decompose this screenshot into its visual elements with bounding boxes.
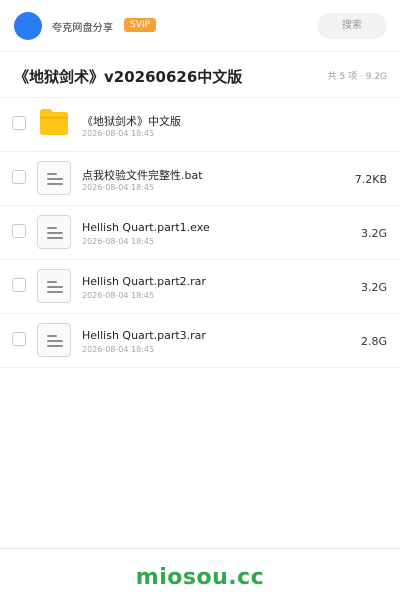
file-row[interactable]: 点我校验文件完整性.bat 2026-08-04 18:45 7.2KB bbox=[0, 152, 400, 206]
footer: miosou.cc bbox=[0, 548, 400, 600]
file-size: 3.2G bbox=[360, 227, 387, 240]
row-checkbox[interactable] bbox=[12, 170, 26, 184]
file-list: 《地狱剑术》中文版 2026-08-04 18:45 点我校验文件完整性.bat… bbox=[0, 98, 400, 368]
svip-badge: SVIP bbox=[124, 18, 156, 32]
file-size: 3.2G bbox=[360, 281, 387, 294]
folder-icon-graphic bbox=[40, 109, 68, 135]
file-name: Hellish Quart.part3.rar bbox=[82, 329, 206, 342]
file-name: Hellish Quart.part1.exe bbox=[82, 221, 210, 234]
file-date: 2026-08-04 18:45 bbox=[82, 237, 155, 246]
row-checkbox[interactable] bbox=[12, 116, 26, 130]
folder-icon bbox=[37, 107, 71, 141]
row-checkbox[interactable] bbox=[12, 332, 26, 346]
document-icon bbox=[37, 323, 71, 357]
row-checkbox[interactable] bbox=[12, 278, 26, 292]
file-date: 2026-08-04 18:45 bbox=[82, 183, 155, 192]
document-icon bbox=[37, 215, 71, 249]
file-size: 7.2KB bbox=[354, 173, 387, 186]
file-row[interactable]: Hellish Quart.part3.rar 2026-08-04 18:45… bbox=[0, 314, 400, 368]
row-checkbox[interactable] bbox=[12, 224, 26, 238]
search-button[interactable]: 搜索 bbox=[317, 13, 387, 39]
share-page: 夸克网盘分享 SVIP 搜索 《地狱剑术》v20260626中文版 共 5 项 … bbox=[0, 0, 400, 600]
file-row-folder[interactable]: 《地狱剑术》中文版 2026-08-04 18:45 bbox=[0, 98, 400, 152]
file-name: 点我校验文件完整性.bat bbox=[82, 169, 203, 182]
page-title: 《地狱剑术》v20260626中文版 bbox=[14, 68, 243, 86]
file-date: 2026-08-04 18:45 bbox=[82, 129, 155, 138]
share-title-bar: 《地狱剑术》v20260626中文版 共 5 项 · 9.2G bbox=[0, 52, 400, 98]
document-icon bbox=[37, 161, 71, 195]
document-icon bbox=[37, 269, 71, 303]
file-row[interactable]: Hellish Quart.part2.rar 2026-08-04 18:45… bbox=[0, 260, 400, 314]
header-bar: 夸克网盘分享 SVIP 搜索 bbox=[0, 0, 400, 52]
share-summary: 共 5 项 · 9.2G bbox=[327, 72, 387, 82]
avatar[interactable] bbox=[14, 12, 42, 40]
file-date: 2026-08-04 18:45 bbox=[82, 291, 155, 300]
brand-name: 夸克网盘分享 bbox=[52, 23, 114, 34]
watermark-text: miosou.cc bbox=[135, 565, 265, 590]
file-row[interactable]: Hellish Quart.part1.exe 2026-08-04 18:45… bbox=[0, 206, 400, 260]
file-name: Hellish Quart.part2.rar bbox=[82, 275, 206, 288]
file-size: 2.8G bbox=[360, 335, 387, 348]
file-name: 《地狱剑术》中文版 bbox=[82, 115, 181, 128]
file-date: 2026-08-04 18:45 bbox=[82, 345, 155, 354]
